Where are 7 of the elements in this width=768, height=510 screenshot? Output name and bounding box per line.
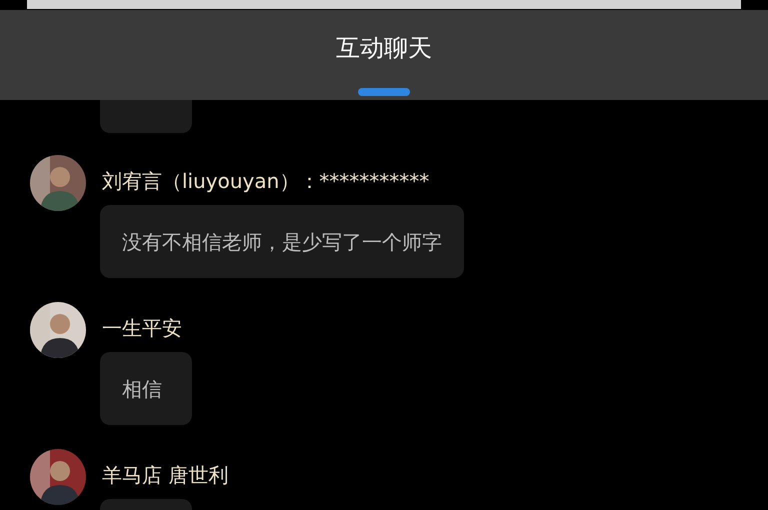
sender-name: 刘宥言（liuyouyan）：*********** xyxy=(102,168,430,195)
header-title: 互动聊天 xyxy=(336,33,432,63)
message-text: 没有不相信老师，是少写了一个师字 xyxy=(122,228,442,256)
sender-name: 羊马店 唐世利 xyxy=(102,462,228,489)
sender-name: 一生平安 xyxy=(102,315,182,342)
message-text: 相信 xyxy=(122,376,162,402)
tab-indicator xyxy=(358,88,410,96)
